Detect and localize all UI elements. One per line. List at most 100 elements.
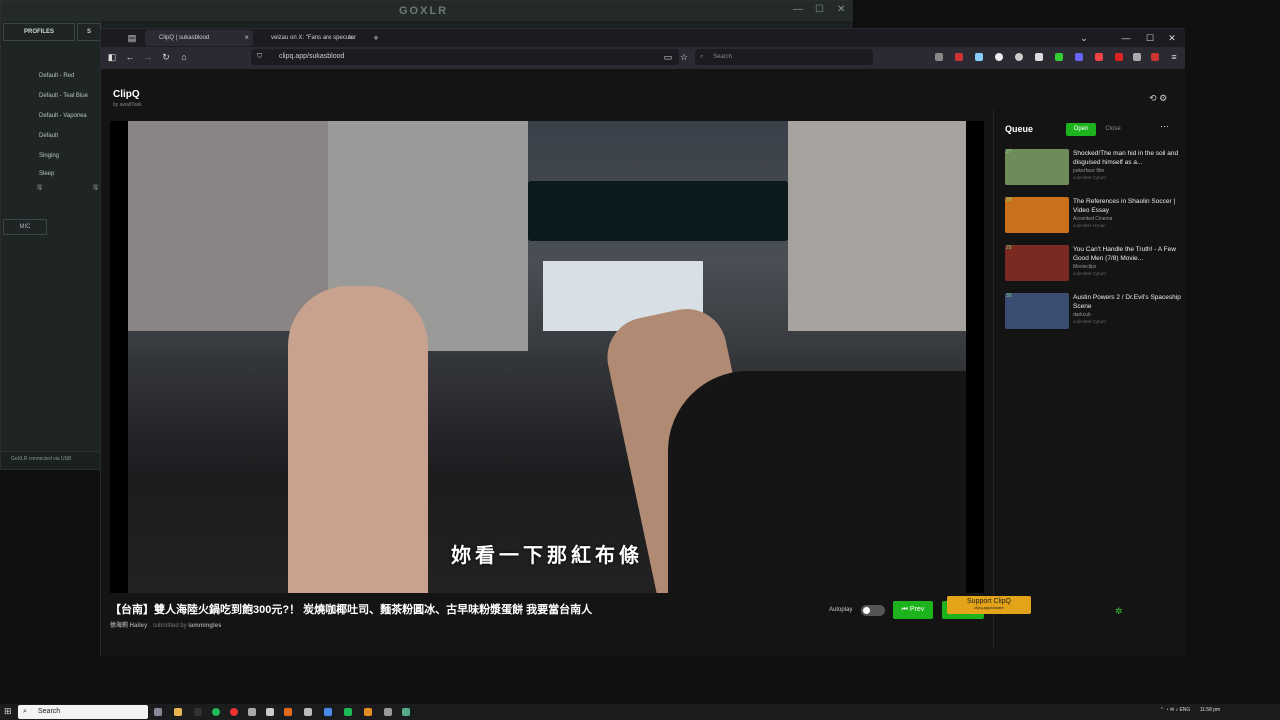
save-icon[interactable]: 🖫	[37, 183, 42, 193]
system-tray: ⌃ ◔ ✉ ♪ ENG 11:58 pm	[1160, 707, 1220, 713]
profile-item[interactable]: Default - Teal Blue	[39, 93, 88, 99]
reader-icon[interactable]: ▭	[661, 50, 675, 64]
steam-icon[interactable]	[266, 708, 274, 716]
goxlr-titlebar: GOXLR — ☐ ✕	[1, 1, 853, 21]
app-icon[interactable]	[324, 708, 332, 716]
taskbar-search[interactable]: ⌕ Search	[18, 705, 148, 719]
new-tab-icon[interactable]: +	[369, 31, 383, 45]
queue-item[interactable]: 30 Austin Powers 2 / Dr.Evil's Spaceship…	[1005, 293, 1181, 335]
app-icon[interactable]	[384, 708, 392, 716]
close-icon[interactable]: ✕	[1165, 31, 1179, 45]
minimize-icon[interactable]: —	[1119, 31, 1133, 45]
tab-overflow-icon[interactable]: ⌄	[1077, 31, 1091, 45]
tab-other[interactable]: S	[77, 23, 101, 41]
extension-icon[interactable]	[995, 53, 1003, 61]
support-label: Support ClipQ	[967, 598, 1011, 605]
app-icon[interactable]	[364, 708, 372, 716]
settings-sliders-icon[interactable]: ⚙	[1159, 93, 1167, 103]
home-icon[interactable]: ⌂	[177, 50, 191, 64]
extension-icon[interactable]	[1151, 53, 1159, 61]
connection-status: GoXLR connected via USB	[1, 451, 101, 465]
extension-icon[interactable]	[1015, 53, 1023, 61]
back-icon[interactable]: ←	[123, 50, 137, 64]
autoplay-toggle[interactable]	[861, 605, 885, 616]
profile-item[interactable]: Sleep	[39, 171, 54, 177]
profile-item[interactable]: Default	[39, 133, 58, 139]
app-title[interactable]: ClipQ	[113, 89, 140, 100]
app-icon[interactable]	[304, 708, 312, 716]
profile-item[interactable]: Default - Red	[39, 73, 74, 79]
clipq-page: ClipQ by awaitTask ⟲ ⚙ 妳看一下那紅布條 【台南】雙人海陸…	[101, 69, 1185, 657]
prev-button[interactable]: ⏮ Prev	[893, 601, 933, 619]
profile-item[interactable]: Default - Vaporwa	[39, 113, 87, 119]
task-view-icon[interactable]	[154, 708, 162, 716]
more-options-icon[interactable]: ⋯	[1160, 121, 1169, 132]
app-icon[interactable]	[194, 708, 202, 716]
reload-icon[interactable]: ↻	[159, 50, 173, 64]
address-bar[interactable]: ⛉ clipq.app/sukasblood	[251, 49, 679, 65]
minimize-icon[interactable]: —	[793, 4, 803, 15]
search-input[interactable]: ⌕ Search	[695, 49, 873, 65]
queue-item-submitter: submitter Cyturn	[1073, 175, 1107, 180]
menu-icon[interactable]: ≡	[1167, 50, 1181, 64]
tab-bar: ▤ ClipQ | sukasblood × velzau on X: "Fan…	[101, 29, 1185, 47]
language-indicator[interactable]: ENG	[1179, 707, 1190, 713]
tab-label: velzau on X: "Fans are specular	[271, 35, 356, 41]
goxlr-icon[interactable]	[402, 708, 410, 716]
maximize-icon[interactable]: ☐	[1143, 31, 1157, 45]
extension-icon[interactable]	[955, 53, 963, 61]
app-icon[interactable]	[344, 708, 352, 716]
taskbar: ⊞ ⌕ Search ⌃ ◔ ✉ ♪ ENG 11:58 pm	[0, 704, 1280, 720]
queue-thumbnail	[1005, 197, 1069, 233]
queue-item[interactable]: 29 You Can't Handle the Truth! - A Few G…	[1005, 245, 1180, 287]
close-tab-icon[interactable]: ×	[244, 30, 249, 46]
queue-item-submitter: submitter Cyturn	[1073, 271, 1107, 276]
tab-list-icon[interactable]: ▤	[125, 31, 139, 45]
tab-profiles[interactable]: PROFILES	[3, 23, 75, 41]
history-icon[interactable]: ⟲	[1149, 93, 1157, 103]
nav-toolbar: ◧ ← → ↻ ⌂ ⛉ clipq.app/sukasblood ▭ ☆ ⌕ S…	[101, 47, 1185, 69]
close-tab-icon[interactable]: ×	[348, 30, 353, 46]
video-channel[interactable]: 徐海莉 Hailey	[110, 623, 147, 629]
scene-sign	[528, 181, 788, 241]
queue-item[interactable]: 27 Shocked!The man hid in the soil and d…	[1005, 149, 1180, 191]
extension-icon[interactable]	[1035, 53, 1043, 61]
queue-item-title: Shocked!The man hid in the soil and disg…	[1073, 150, 1179, 166]
queue-item-title: Austin Powers 2 / Dr.Evil's Spaceship Sc…	[1073, 294, 1181, 310]
spotify-icon[interactable]	[212, 708, 220, 716]
queue-item-channel: Accented Cinema	[1073, 216, 1113, 222]
extension-icon[interactable]	[1075, 53, 1083, 61]
tab-mic[interactable]: MIC	[3, 219, 47, 235]
queue-open-button[interactable]: Open	[1066, 123, 1096, 136]
profile-item[interactable]: Singing	[39, 153, 59, 159]
queue-close-button[interactable]: Close	[1098, 123, 1128, 136]
library-icon[interactable]	[935, 53, 943, 61]
queue-title: Queue	[1005, 124, 1034, 134]
extension-icon[interactable]	[1095, 53, 1103, 61]
clock[interactable]: 11:58 pm	[1200, 707, 1220, 713]
extension-icon[interactable]	[1055, 53, 1063, 61]
browser-tab-x[interactable]: velzau on X: "Fans are specular ×	[257, 30, 357, 46]
extension-icon[interactable]	[1115, 53, 1123, 61]
file-explorer-icon[interactable]	[174, 708, 182, 716]
extension-icon[interactable]	[975, 53, 983, 61]
forward-icon[interactable]: →	[141, 50, 155, 64]
close-icon[interactable]: ✕	[837, 4, 845, 15]
firefox-icon[interactable]	[284, 708, 292, 716]
browser-tab-clipq[interactable]: ClipQ | sukasblood ×	[145, 30, 253, 46]
start-icon[interactable]: ⊞	[4, 706, 12, 717]
tray-icons[interactable]: ⌃ ◔ ✉ ♪	[1160, 707, 1179, 713]
bookmark-star-icon[interactable]: ☆	[677, 50, 691, 64]
sidebar-icon[interactable]: ◧	[105, 50, 119, 64]
file-icon[interactable]: 🖫	[93, 183, 98, 193]
video-meta: 徐海莉 Hailey · submitted by iammingles	[110, 620, 221, 629]
app-icon[interactable]	[230, 708, 238, 716]
app-icon[interactable]	[248, 708, 256, 716]
scene-building	[788, 121, 966, 331]
maximize-icon[interactable]: ☐	[815, 4, 824, 15]
extensions-puzzle-icon[interactable]	[1133, 53, 1141, 61]
video-submitter[interactable]: iammingles	[188, 623, 221, 629]
queue-item[interactable]: 28 The References in Shaolin Soccer | Vi…	[1005, 197, 1180, 239]
video-player[interactable]: 妳看一下那紅布條	[110, 121, 984, 593]
support-button[interactable]: Support ClipQ clipq.app/donate	[947, 596, 1031, 614]
